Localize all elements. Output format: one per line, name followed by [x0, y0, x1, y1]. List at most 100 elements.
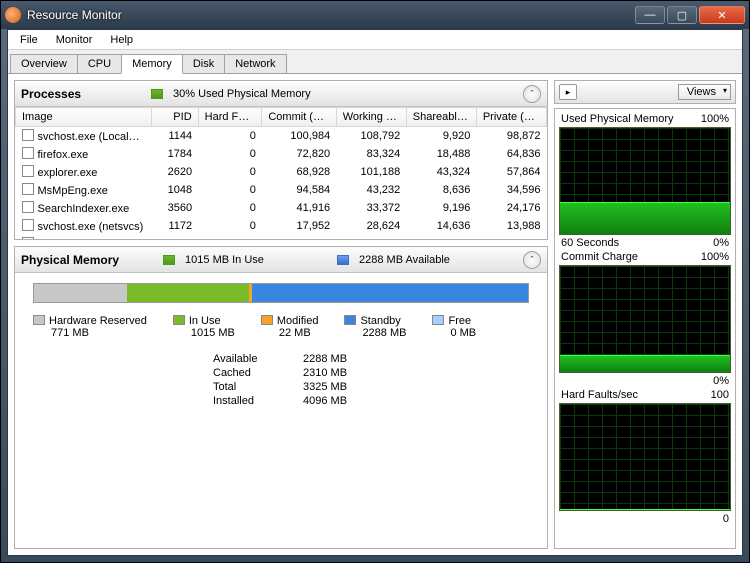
- cell-sh: 9,920: [406, 127, 476, 146]
- cell-ws: 27,136: [336, 235, 406, 239]
- menu-monitor[interactable]: Monitor: [48, 32, 101, 48]
- inuse-icon: [163, 255, 175, 265]
- chart2-foot-r: 0%: [713, 375, 729, 387]
- summary-available-v: 2288 MB: [303, 353, 373, 365]
- col-image[interactable]: Image: [16, 108, 152, 127]
- table-row[interactable]: SearchIndexer.exe3560041,91633,3729,1962…: [16, 199, 547, 217]
- cell-commit: 17,952: [262, 217, 336, 235]
- summary-cached-v: 2310 MB: [303, 367, 373, 379]
- cell-hf: 0: [198, 163, 262, 181]
- legend-free: Free0 MB: [432, 315, 476, 339]
- cell-commit: 28,800: [262, 235, 336, 239]
- inuse-hdr: 1015 MB In Use: [185, 254, 264, 266]
- table-row[interactable]: dwm.exe2592028,80027,13614,54412,592: [16, 235, 547, 239]
- processes-summary: 30% Used Physical Memory: [173, 88, 311, 100]
- processes-header[interactable]: Processes 30% Used Physical Memory ˆ: [15, 81, 547, 107]
- summary-cached-l: Cached: [213, 367, 293, 379]
- cell-commit: 94,584: [262, 181, 336, 199]
- physical-memory-header[interactable]: Physical Memory 1015 MB In Use 2288 MB A…: [15, 247, 547, 273]
- cell-image: dwm.exe: [16, 235, 152, 239]
- cell-hf: 0: [198, 199, 262, 217]
- cell-pv: 12,592: [476, 235, 546, 239]
- chart3-max: 100: [711, 389, 729, 401]
- chart-nav-button[interactable]: ▸: [559, 84, 577, 100]
- chart1-title: Used Physical Memory: [561, 113, 673, 125]
- client-area: File Monitor Help Overview CPU Memory Di…: [7, 29, 743, 556]
- cell-pid: 1048: [151, 181, 198, 199]
- table-row[interactable]: MsMpEng.exe1048094,58443,2328,63634,596: [16, 181, 547, 199]
- collapse-icon[interactable]: ˆ: [523, 251, 541, 269]
- col-shareable[interactable]: Shareable ...: [406, 108, 476, 127]
- col-working[interactable]: Working S...: [336, 108, 406, 127]
- titlebar[interactable]: Resource Monitor — ▢ ✕: [1, 1, 749, 29]
- bar-standby: [252, 284, 528, 302]
- cell-image: svchost.exe (netsvcs): [16, 217, 152, 235]
- summary-total-l: Total: [213, 381, 293, 393]
- tab-memory[interactable]: Memory: [121, 54, 183, 74]
- cell-hf: 0: [198, 217, 262, 235]
- table-row[interactable]: firefox.exe1784072,82083,32418,48864,836: [16, 145, 547, 163]
- physical-memory-title: Physical Memory: [21, 253, 119, 267]
- chart-used-physical-memory: [559, 127, 731, 235]
- tabs: Overview CPU Memory Disk Network: [8, 50, 742, 74]
- chart1-foot-l: 60 Seconds: [561, 237, 619, 249]
- maximize-button[interactable]: ▢: [667, 6, 697, 24]
- close-button[interactable]: ✕: [699, 6, 745, 24]
- legend-hardware: Hardware Reserved771 MB: [33, 315, 147, 339]
- summary-total-v: 3325 MB: [303, 381, 373, 393]
- window-title: Resource Monitor: [27, 8, 635, 22]
- cell-pv: 57,864: [476, 163, 546, 181]
- tab-disk[interactable]: Disk: [182, 54, 225, 73]
- collapse-icon[interactable]: ˆ: [523, 85, 541, 103]
- physical-memory-panel: Physical Memory 1015 MB In Use 2288 MB A…: [14, 246, 548, 549]
- memory-legend: Hardware Reserved771 MB In Use1015 MB Mo…: [33, 315, 529, 339]
- col-private[interactable]: Private (KB): [476, 108, 546, 127]
- available-hdr: 2288 MB Available: [359, 254, 450, 266]
- col-pid[interactable]: PID: [151, 108, 198, 127]
- cell-pid: 2592: [151, 235, 198, 239]
- views-dropdown[interactable]: Views: [678, 84, 731, 100]
- cell-sh: 43,324: [406, 163, 476, 181]
- cell-pv: 34,596: [476, 181, 546, 199]
- menu-help[interactable]: Help: [102, 32, 141, 48]
- cell-ws: 28,624: [336, 217, 406, 235]
- cell-pid: 1144: [151, 127, 198, 146]
- charts-toolbar: ▸ Views: [554, 80, 736, 104]
- legend-standby: Standby2288 MB: [344, 315, 406, 339]
- cell-sh: 8,636: [406, 181, 476, 199]
- cell-pid: 1784: [151, 145, 198, 163]
- tab-overview[interactable]: Overview: [10, 54, 78, 73]
- cell-ws: 83,324: [336, 145, 406, 163]
- summary-installed-v: 4096 MB: [303, 395, 373, 407]
- summary-available-l: Available: [213, 353, 293, 365]
- processes-title: Processes: [21, 87, 81, 101]
- charts-pane: Used Physical Memory100% 60 Seconds0% Co…: [554, 108, 736, 549]
- col-commit[interactable]: Commit (KB): [262, 108, 336, 127]
- tab-cpu[interactable]: CPU: [77, 54, 122, 73]
- cell-commit: 41,916: [262, 199, 336, 217]
- chart-hard-faults: [559, 403, 731, 511]
- cell-commit: 68,928: [262, 163, 336, 181]
- cell-image: MsMpEng.exe: [16, 181, 152, 199]
- window: Resource Monitor — ▢ ✕ File Monitor Help…: [0, 0, 750, 563]
- table-row[interactable]: explorer.exe2620068,928101,18843,32457,8…: [16, 163, 547, 181]
- cell-pv: 24,176: [476, 199, 546, 217]
- cell-hf: 0: [198, 235, 262, 239]
- cell-ws: 108,792: [336, 127, 406, 146]
- menubar: File Monitor Help: [8, 30, 742, 50]
- table-row[interactable]: svchost.exe (netsvcs)1172017,95228,62414…: [16, 217, 547, 235]
- cell-hf: 0: [198, 181, 262, 199]
- chart1-max: 100%: [701, 113, 729, 125]
- tab-network[interactable]: Network: [224, 54, 286, 73]
- legend-modified: Modified22 MB: [261, 315, 319, 339]
- memory-summary: Available 2288 MB Cached 2310 MB Total 3325…: [213, 353, 529, 407]
- minimize-button[interactable]: —: [635, 6, 665, 24]
- cell-pv: 98,872: [476, 127, 546, 146]
- cell-pv: 64,836: [476, 145, 546, 163]
- table-row[interactable]: svchost.exe (LocalSyste...11440100,98410…: [16, 127, 547, 146]
- cell-pv: 13,988: [476, 217, 546, 235]
- processes-table: Image PID Hard Faul... Commit (KB) Worki…: [15, 107, 547, 239]
- col-hard-faults[interactable]: Hard Faul...: [198, 108, 262, 127]
- bar-hardware: [34, 284, 127, 302]
- menu-file[interactable]: File: [12, 32, 46, 48]
